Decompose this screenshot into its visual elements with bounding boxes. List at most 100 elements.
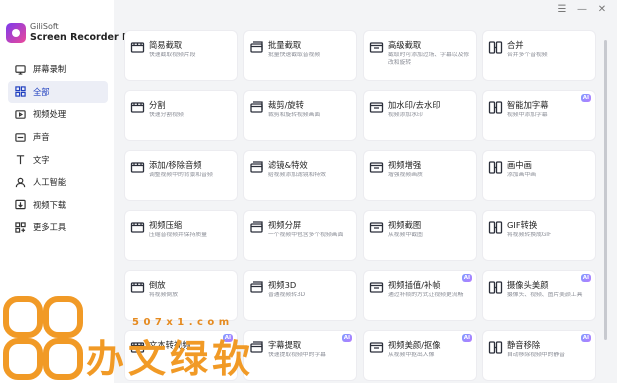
screenshot-icon — [369, 220, 384, 235]
sidebar-item-text[interactable]: 文字 — [8, 148, 108, 171]
tool-card-title: 分割 — [149, 100, 166, 110]
app-window: GiliSoft Screen Recorder Pro 屏幕录制 全部 视频处… — [0, 0, 617, 383]
sidebar-item-screen-record[interactable]: 屏幕录制 — [8, 58, 108, 81]
sidebar-item-label: 人工智能 — [33, 177, 67, 188]
ai-badge: AI — [580, 274, 591, 282]
tool-card[interactable]: 视频增强 增强视频画质 — [364, 151, 476, 200]
ai-badge: AI — [341, 334, 352, 342]
tool-card-title: GIF转换 — [507, 220, 538, 230]
close-icon[interactable]: ✕ — [597, 4, 607, 15]
tool-card-title: 批量截取 — [268, 40, 302, 50]
sidebar-nav: 屏幕录制 全部 视频处理 声音 文字 人工智能 视频下载 更多工具 — [8, 58, 108, 239]
sidebar-item-label: 屏幕录制 — [33, 64, 67, 75]
tool-card-title: 视频增强 — [388, 160, 422, 170]
tool-card[interactable]: 高级截取 截取时可添加过场、字幕以及修改和旋转 — [364, 31, 476, 80]
tool-card-description: 摄像头、视频、图片美颜工具 — [507, 292, 583, 298]
menu-icon[interactable]: ☰ — [557, 4, 567, 15]
scrollbar[interactable] — [604, 40, 607, 340]
sidebar-item-label: 声音 — [33, 132, 50, 143]
tool-card[interactable]: 加水印/去水印 视频添加水印 — [364, 91, 476, 140]
tool-card[interactable]: 视频美颜/抠像从视频中抠出人像 AI — [364, 331, 476, 380]
tool-card-description: 截取时可添加过场、字幕以及修改和旋转 — [388, 52, 470, 66]
tool-card-description: 给视频添加滤镜和特效 — [268, 172, 326, 178]
tool-card[interactable]: 摄像头美颜摄像头、视频、图片美颜工具 AI — [483, 271, 595, 320]
tool-card[interactable]: 视频插值/补帧通过补帧的方式让视频更流畅 AI — [364, 271, 476, 320]
film-batch-icon — [249, 40, 264, 55]
video-icon — [14, 108, 26, 120]
tool-card-description: 快速提取视频中的字幕 — [268, 352, 326, 358]
tool-card-title: 静音移除 — [507, 340, 541, 350]
ai-badge: AI — [461, 334, 472, 342]
3d-icon — [249, 280, 264, 295]
brand: GiliSoft Screen Recorder Pro — [6, 20, 140, 46]
tool-card[interactable]: 分割 快速分割视频 — [125, 91, 237, 140]
tool-card-title: 摄像头美颜 — [507, 280, 549, 290]
tool-card[interactable]: 视频3D 普通视频转3D — [244, 271, 356, 320]
watermark-icon — [369, 100, 384, 115]
tool-card-description: 添加画中画 — [507, 172, 536, 178]
sidebar-item-all[interactable]: 全部 — [8, 80, 108, 104]
brand-vendor: GiliSoft — [30, 22, 59, 31]
tool-card-description: 视频添加水印 — [388, 112, 423, 118]
tool-card[interactable]: 视频截图 从视频中截图 — [364, 211, 476, 260]
tool-card[interactable]: 裁剪/旋转 裁剪和旋转视频画面 — [244, 91, 356, 140]
tool-card-title: 视频美颜/抠像 — [388, 340, 441, 350]
sidebar-item-label: 全部 — [33, 86, 50, 97]
tool-card-description: 从视频中抠出人像 — [388, 352, 435, 358]
download-icon — [14, 199, 26, 211]
tool-card[interactable]: 静音移除自动移除视频中的静音 AI — [483, 331, 595, 380]
watermark-text: 办文绿软 — [86, 337, 255, 381]
minimize-icon[interactable]: — — [577, 4, 587, 15]
tool-card-title: 字幕提取 — [268, 340, 302, 350]
text-icon — [14, 154, 26, 166]
tool-card-description: 合并多个音视频 — [507, 52, 548, 58]
tool-card[interactable]: 画中画 添加画中画 — [483, 151, 595, 200]
watermark-logo: 办文绿软 — [2, 295, 250, 381]
sidebar-item-sound[interactable]: 声音 — [8, 126, 108, 149]
tool-card[interactable]: 滤镜&特效 给视频添加滤镜和特效 — [244, 151, 356, 200]
ai-badge: AI — [580, 334, 591, 342]
app-logo-icon — [6, 23, 26, 43]
reverse-icon — [130, 280, 145, 295]
tool-card-description: 批量快速截取音视频 — [268, 52, 321, 58]
sidebar-item-video-download[interactable]: 视频下载 — [8, 194, 108, 217]
tool-card-title: 画中画 — [507, 160, 532, 170]
grid-icon — [14, 86, 26, 98]
speaker-icon — [14, 131, 26, 143]
film-cut-icon — [130, 40, 145, 55]
tool-card[interactable]: 添加/移除音频调整视频中的背景和音频 — [125, 151, 237, 200]
tool-card[interactable]: 视频压缩 压缩音视频并保持质量 — [125, 211, 237, 260]
interpolate-icon — [369, 280, 384, 295]
tool-card-title: 简易截取 — [149, 40, 183, 50]
enhance-icon — [369, 160, 384, 175]
tool-card[interactable]: 智能加字幕 视频中添加字幕 AI — [483, 91, 595, 140]
tool-card-description: 通过补帧的方式让视频更流畅 — [388, 292, 464, 298]
sidebar-item-ai[interactable]: 人工智能 — [8, 171, 108, 194]
sidebar-item-more-tools[interactable]: 更多工具 — [8, 216, 108, 239]
tool-card[interactable]: 字幕提取快速提取视频中的字幕 AI — [244, 331, 356, 380]
sidebar-item-video-processing[interactable]: 视频处理 — [8, 103, 108, 126]
tool-card[interactable]: 视频分屏 一个视频中包含多个视频画面 — [244, 211, 356, 260]
matting-icon — [369, 340, 384, 355]
filter-icon — [249, 160, 264, 175]
compress-icon — [130, 220, 145, 235]
merge-icon — [488, 40, 503, 55]
tool-card-title: 添加/移除音频 — [149, 160, 202, 170]
tool-card-description: 视频中添加字幕 — [507, 112, 548, 118]
tool-card[interactable]: 批量截取批量快速截取音视频 — [244, 31, 356, 80]
monitor-icon — [14, 63, 26, 75]
tool-card[interactable]: 简易截取 快速截取视频片段 — [125, 31, 237, 80]
tool-card-title: 裁剪/旋转 — [268, 100, 304, 110]
tool-card[interactable]: 合并 合并多个音视频 — [483, 31, 595, 80]
tool-card-title: 合并 — [507, 40, 524, 50]
tool-card-description: 调整视频中的背景和音频 — [149, 172, 213, 178]
tool-card-description: 普通视频转3D — [268, 292, 306, 298]
tool-card[interactable]: GIF转换 将视频转换成GIF — [483, 211, 595, 260]
silence-icon — [488, 340, 503, 355]
tool-card-description: 快速分割视频 — [149, 112, 184, 118]
tool-card-description: 自动移除视频中的静音 — [507, 352, 565, 358]
ai-badge: AI — [461, 274, 472, 282]
tool-card-title: 视频插值/补帧 — [388, 280, 441, 290]
tools-icon — [14, 221, 26, 233]
tool-card-title: 智能加字幕 — [507, 100, 549, 110]
